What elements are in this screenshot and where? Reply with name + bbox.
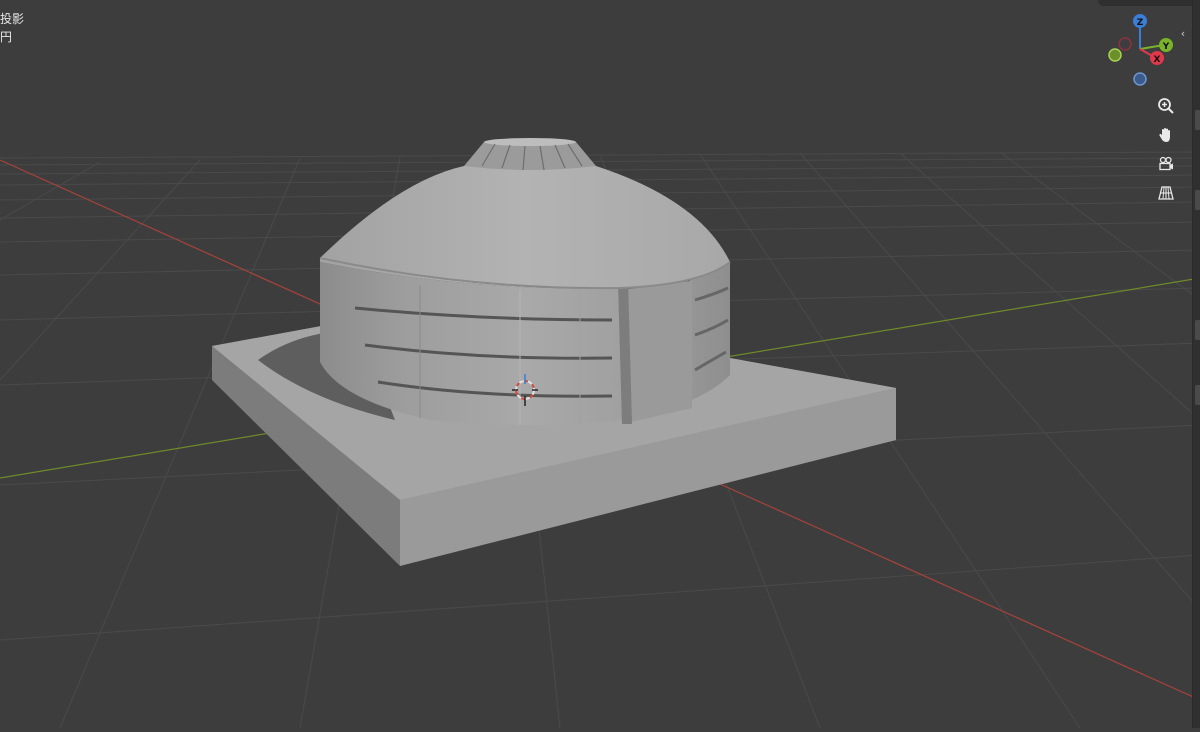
viewport-scene[interactable] bbox=[0, 0, 1200, 729]
zoom-button[interactable] bbox=[1152, 92, 1180, 120]
3d-viewport[interactable]: 投影 円 Z Y X ‹ bbox=[0, 0, 1200, 729]
grid-perspective-icon bbox=[1158, 186, 1174, 200]
pan-button[interactable] bbox=[1152, 121, 1180, 149]
viewport-nav-tools bbox=[1152, 92, 1180, 208]
hand-icon bbox=[1159, 128, 1170, 142]
yurt-roof[interactable] bbox=[319, 166, 731, 290]
neg-z-axis-ball[interactable] bbox=[1133, 72, 1147, 86]
z-axis-label: Z bbox=[1137, 18, 1144, 28]
navigation-gizmo[interactable]: Z Y X bbox=[1100, 10, 1184, 90]
camera-icon bbox=[1159, 156, 1173, 171]
y-axis-label: Y bbox=[1162, 42, 1170, 52]
neg-y-axis-ball[interactable] bbox=[1108, 48, 1122, 62]
region-tab[interactable] bbox=[1195, 110, 1200, 130]
viewport-overlay-info: 投影 円 bbox=[0, 10, 24, 46]
region-tab[interactable] bbox=[1195, 320, 1200, 340]
projection-label: 投影 bbox=[0, 12, 25, 26]
camera-view-button[interactable] bbox=[1152, 150, 1180, 178]
x-axis-label: X bbox=[1154, 55, 1161, 65]
roof-crown[interactable] bbox=[464, 138, 596, 171]
region-tab[interactable] bbox=[1195, 385, 1200, 405]
header-corner bbox=[1098, 0, 1200, 6]
unit-label: 円 bbox=[0, 30, 13, 44]
neg-x-axis-ball[interactable] bbox=[1118, 37, 1132, 51]
yurt-door[interactable] bbox=[618, 272, 692, 424]
perspective-toggle-button[interactable] bbox=[1152, 179, 1180, 207]
properties-region-edge[interactable] bbox=[1192, 0, 1200, 728]
region-tab[interactable] bbox=[1195, 190, 1200, 210]
sidebar-toggle-chevron-icon[interactable]: ‹ bbox=[1176, 24, 1190, 42]
zoom-in-icon bbox=[1158, 98, 1174, 114]
